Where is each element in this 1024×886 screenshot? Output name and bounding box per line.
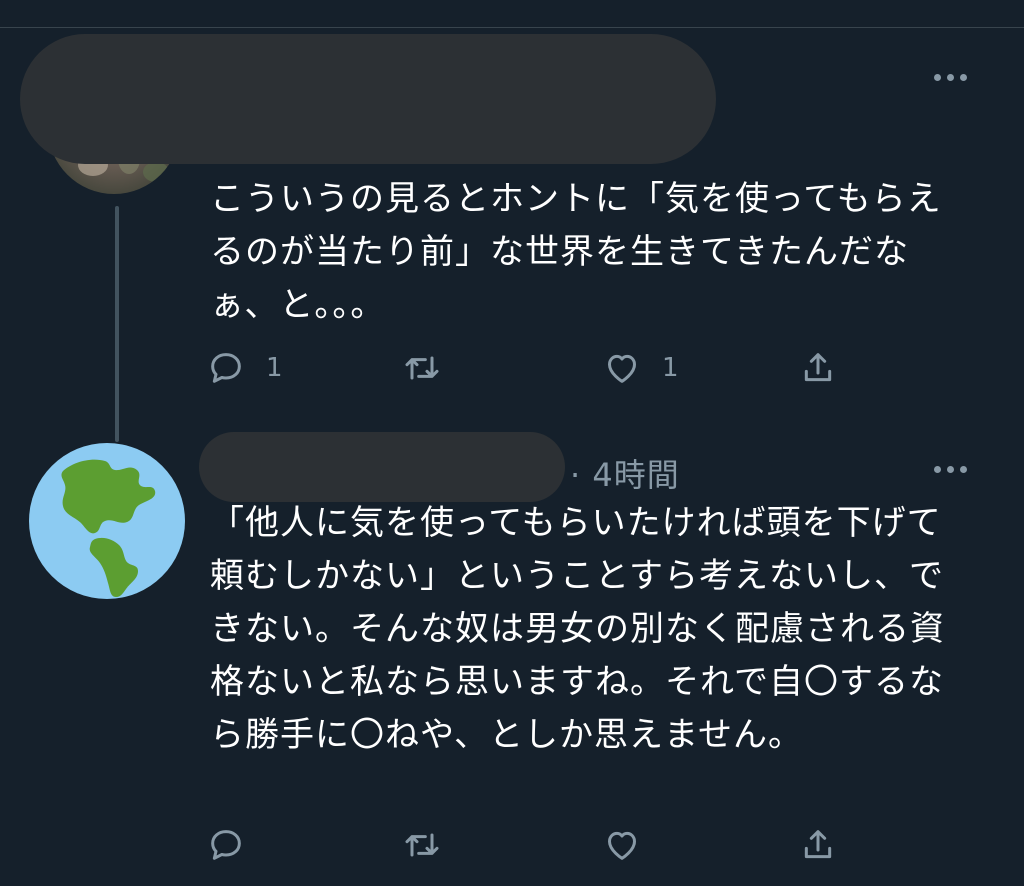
more-icon [934, 465, 941, 473]
more-options-button[interactable] [934, 70, 970, 84]
tweet-actions [206, 825, 846, 865]
like-count: 1 [662, 353, 679, 383]
reply-icon [211, 353, 241, 383]
redacted-author [20, 34, 716, 164]
tweet-text: こういうの見るとホントに「気を使ってもらえるのが当たり前」な世界を生きてきたんだ… [210, 179, 942, 325]
earth-americas-icon[interactable] [29, 443, 185, 599]
redacted-author [199, 432, 565, 502]
tweet-actions: 1 1 [206, 348, 846, 388]
retweet-icon [405, 833, 439, 857]
like-button[interactable] [602, 825, 662, 865]
retweet-button[interactable] [402, 825, 462, 865]
reply-count: 1 [266, 353, 283, 383]
share-button[interactable] [798, 825, 838, 865]
tweet-time[interactable]: · 4時間 [570, 450, 680, 496]
thread-connector [115, 206, 119, 442]
more-options-button[interactable] [934, 462, 970, 476]
retweet-icon [405, 356, 439, 380]
reply-icon [211, 830, 241, 860]
retweet-button[interactable] [402, 348, 462, 388]
reply-button[interactable] [206, 825, 266, 865]
share-button[interactable] [798, 348, 838, 388]
like-icon [608, 354, 636, 383]
share-icon [804, 353, 832, 382]
like-button[interactable]: 1 [602, 348, 679, 388]
reply-button[interactable]: 1 [206, 348, 283, 388]
share-icon [804, 830, 832, 859]
like-icon [608, 831, 636, 860]
tweet-1[interactable]: こういうの見るとホントに「気を使ってもらえるのが当たり前」な世界を生きてきたんだ… [0, 0, 1024, 420]
more-icon [934, 73, 941, 81]
tweet-text: 「他人に気を使ってもらいたければ頭を下げて頼むしかない」ということすら考えないし… [210, 503, 945, 755]
